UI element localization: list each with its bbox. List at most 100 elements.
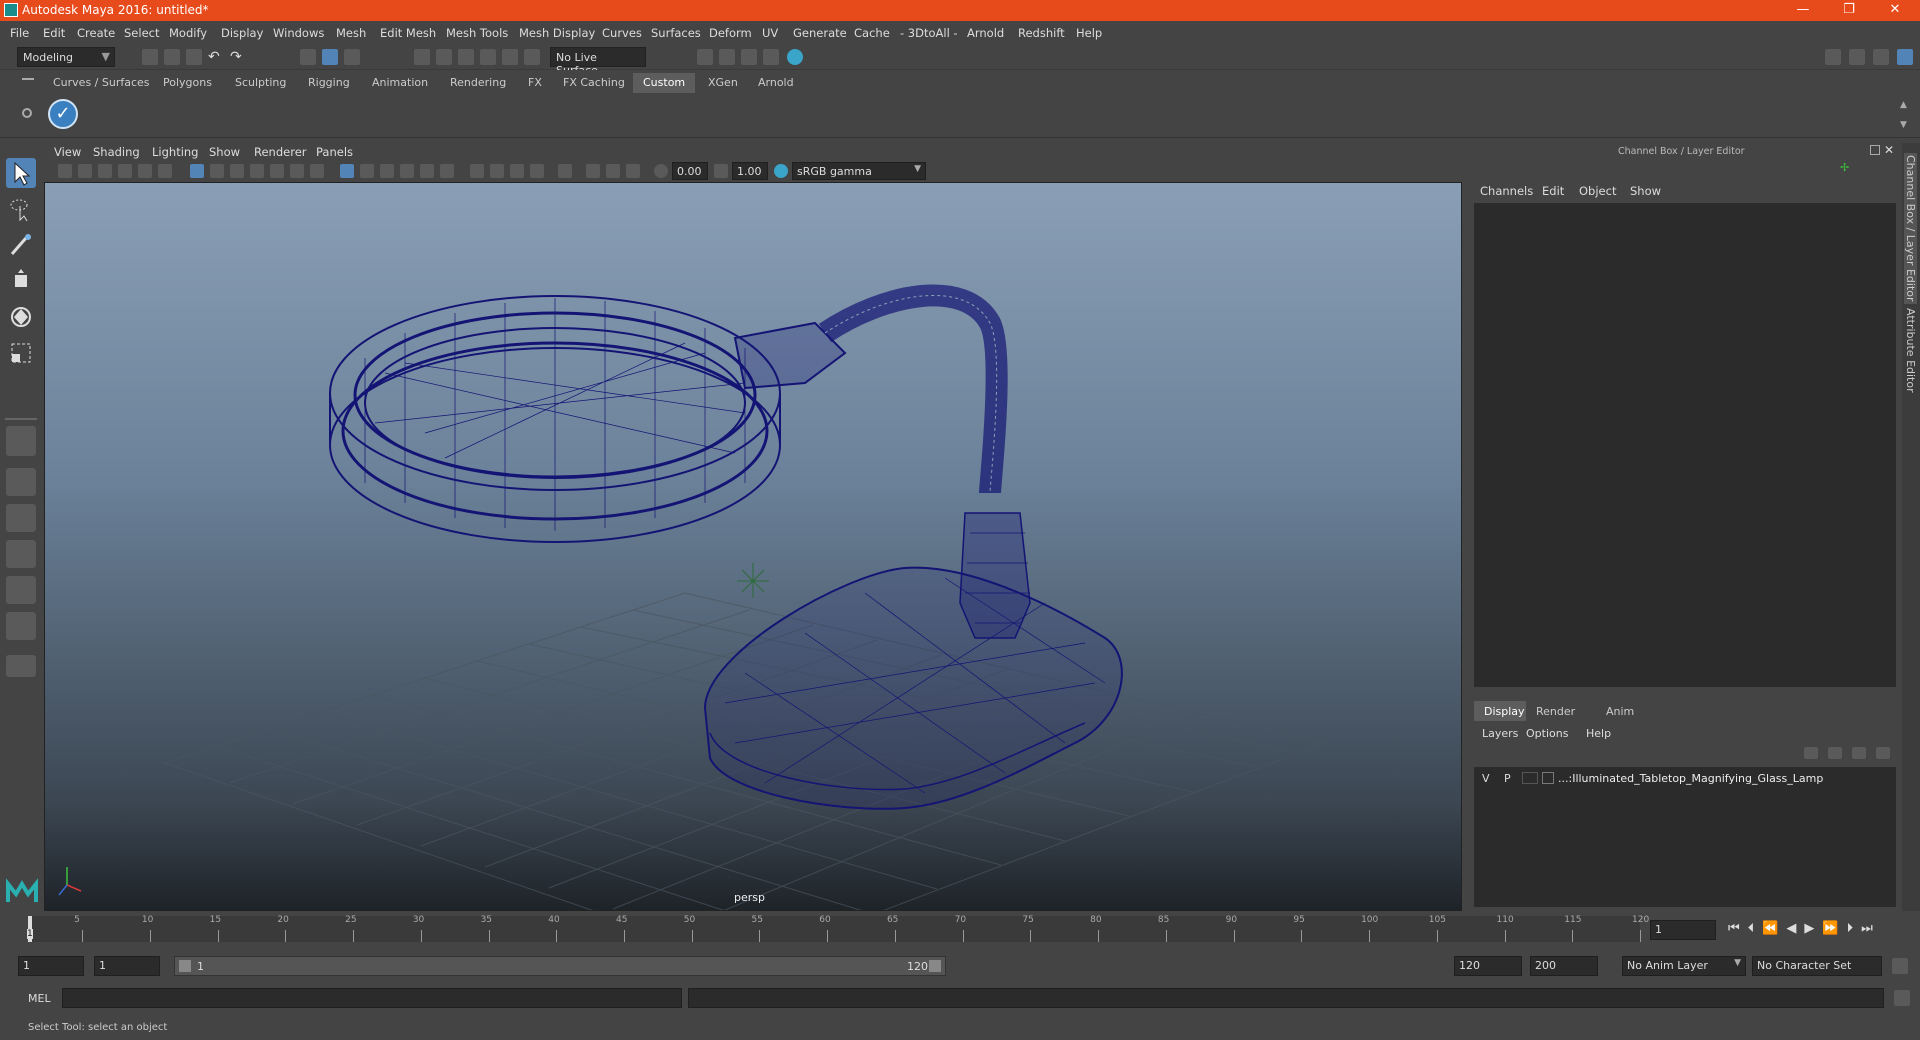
menu-mesh[interactable]: Mesh — [336, 26, 366, 40]
tab-xgen[interactable]: XGen — [698, 73, 748, 93]
menu-generate[interactable]: Generate — [793, 26, 847, 40]
film-gate-icon[interactable] — [210, 164, 224, 178]
playback-start-field[interactable]: 1 — [94, 956, 160, 976]
exposure-field[interactable]: 0.00 — [672, 162, 708, 180]
tab-fx-caching[interactable]: FX Caching — [553, 73, 635, 93]
select-hierarchy-icon[interactable] — [300, 49, 316, 65]
step-forward-icon[interactable]: ⏵ — [1847, 921, 1862, 936]
layer-tab-anim[interactable]: Anim — [1606, 705, 1634, 718]
range-slider[interactable]: 1 120 — [174, 956, 946, 976]
gamma-icon[interactable] — [714, 164, 728, 178]
layout-two-stacked-icon[interactable] — [6, 540, 36, 568]
layer-tab-display[interactable]: Display — [1474, 701, 1526, 721]
viewport-menu-renderer[interactable]: Renderer — [254, 145, 307, 159]
ipr-render-icon[interactable] — [741, 49, 757, 65]
menu-mesh-display[interactable]: Mesh Display — [519, 26, 595, 40]
tab-polygons[interactable]: Polygons — [153, 73, 222, 93]
select-object-icon[interactable] — [322, 49, 338, 65]
menu-edit-mesh[interactable]: Edit Mesh — [380, 26, 436, 40]
xray-icon[interactable] — [586, 164, 600, 178]
viewport-menu-lighting[interactable]: Lighting — [152, 145, 198, 159]
viewport-menu-show[interactable]: Show — [209, 145, 240, 159]
maximize-button[interactable]: ❐ — [1826, 0, 1872, 21]
new-layer-selected-icon[interactable] — [1876, 747, 1890, 759]
menu-surfaces[interactable]: Surfaces — [651, 26, 701, 40]
render-view-icon[interactable] — [763, 49, 779, 65]
layout-graph-icon[interactable] — [6, 612, 36, 640]
shelf-scroll-up-icon[interactable]: ▲ — [1900, 100, 1907, 110]
menu-redshift[interactable]: Redshift — [1018, 26, 1065, 40]
tab-curves-surfaces[interactable]: Curves / Surfaces — [43, 73, 160, 93]
range-end-handle[interactable] — [929, 960, 941, 972]
wireframe-on-shaded-icon[interactable] — [380, 164, 394, 178]
current-frame-field[interactable]: 1 — [1650, 920, 1716, 940]
screen-space-ao-icon[interactable] — [470, 164, 484, 178]
render-settings-icon[interactable] — [697, 49, 713, 65]
layout-single-icon[interactable] — [6, 426, 36, 456]
move-layer-down-icon[interactable] — [1828, 747, 1842, 759]
resolution-gate-icon[interactable] — [230, 164, 244, 178]
shelf-menu-icon[interactable] — [22, 78, 34, 80]
layer-tab-render[interactable]: Render — [1536, 705, 1575, 718]
close-panel-icon[interactable]: ✕ — [1884, 143, 1894, 157]
range-start-handle[interactable] — [179, 960, 191, 972]
layout-four-view-icon[interactable] — [6, 468, 36, 496]
layout-more-icon[interactable] — [6, 655, 36, 677]
two-d-pan-icon[interactable] — [138, 164, 152, 178]
channel-box-content[interactable] — [1474, 203, 1896, 687]
snap-point-icon[interactable] — [458, 49, 474, 65]
move-tool-icon[interactable] — [6, 266, 36, 296]
menu-create[interactable]: Create — [77, 26, 115, 40]
animation-start-field[interactable]: 1 — [18, 956, 84, 976]
menu-help[interactable]: Help — [1076, 26, 1102, 40]
lights-icon[interactable] — [420, 164, 434, 178]
script-editor-icon[interactable] — [1894, 990, 1910, 1006]
menu-modify[interactable]: Modify — [169, 26, 207, 40]
layer-menu-help[interactable]: Help — [1586, 727, 1611, 740]
animation-end-field[interactable]: 200 — [1530, 956, 1598, 976]
tab-fx[interactable]: FX — [518, 73, 552, 93]
menu-deform[interactable]: Deform — [709, 26, 752, 40]
time-slider[interactable]: 1 5 10 15 20 25 30 35 40 45 50 55 60 65 70 75 80 85 90 95 1… — [0, 912, 1920, 946]
isolate-select-icon[interactable] — [558, 164, 572, 178]
tab-custom[interactable]: Custom — [633, 73, 696, 93]
go-to-start-icon[interactable]: ⏮ — [1728, 921, 1748, 936]
layout-two-side-icon[interactable] — [6, 504, 36, 532]
field-chart-icon[interactable] — [270, 164, 284, 178]
gate-mask-icon[interactable] — [250, 164, 264, 178]
shelf-scroll-down-icon[interactable]: ▼ — [1900, 120, 1907, 130]
character-set-dropdown[interactable]: No Character Set — [1752, 956, 1882, 976]
anim-layer-dropdown[interactable]: No Anim Layer ▼ — [1622, 956, 1746, 976]
tab-sculpting[interactable]: Sculpting — [225, 73, 296, 93]
xray-components-icon[interactable] — [626, 164, 640, 178]
playback-end-field[interactable]: 120 — [1454, 956, 1522, 976]
shelf-settings-icon[interactable] — [22, 108, 32, 118]
paint-select-tool-icon[interactable] — [6, 230, 36, 260]
grid-toggle-icon[interactable] — [190, 164, 204, 178]
grease-pencil-icon[interactable] — [158, 164, 172, 178]
tab-arnold[interactable]: Arnold — [748, 73, 804, 93]
layer-visibility-toggle[interactable]: V — [1482, 772, 1490, 785]
view-transform-dropdown[interactable]: sRGB gamma ▼ — [792, 162, 926, 180]
animation-preferences-icon[interactable] — [1892, 958, 1908, 974]
xray-joints-icon[interactable] — [606, 164, 620, 178]
live-surface-field[interactable]: No Live Surface — [550, 47, 646, 77]
play-backward-icon[interactable]: ◀ — [1786, 921, 1804, 936]
move-layer-up-icon[interactable] — [1804, 747, 1818, 759]
menu-uv[interactable]: UV — [762, 26, 778, 40]
float-panel-icon[interactable] — [1870, 145, 1880, 155]
image-plane-icon[interactable] — [118, 164, 132, 178]
bookmark-icon[interactable] — [98, 164, 112, 178]
layout-outliner-icon[interactable] — [6, 576, 36, 604]
layer-type-toggle[interactable] — [1522, 772, 1538, 784]
cb-menu-edit[interactable]: Edit — [1542, 184, 1564, 198]
tab-animation[interactable]: Animation — [362, 73, 438, 93]
menu-3dtoall[interactable]: - 3DtoAll - — [900, 26, 958, 40]
snap-live-icon[interactable] — [502, 49, 518, 65]
menu-mesh-tools[interactable]: Mesh Tools — [446, 26, 508, 40]
viewport-menu-panels[interactable]: Panels — [316, 145, 353, 159]
camera-attributes-icon[interactable] — [78, 164, 92, 178]
tab-rendering[interactable]: Rendering — [440, 73, 516, 93]
menu-curves[interactable]: Curves — [602, 26, 642, 40]
gamma-field[interactable]: 1.00 — [732, 162, 768, 180]
